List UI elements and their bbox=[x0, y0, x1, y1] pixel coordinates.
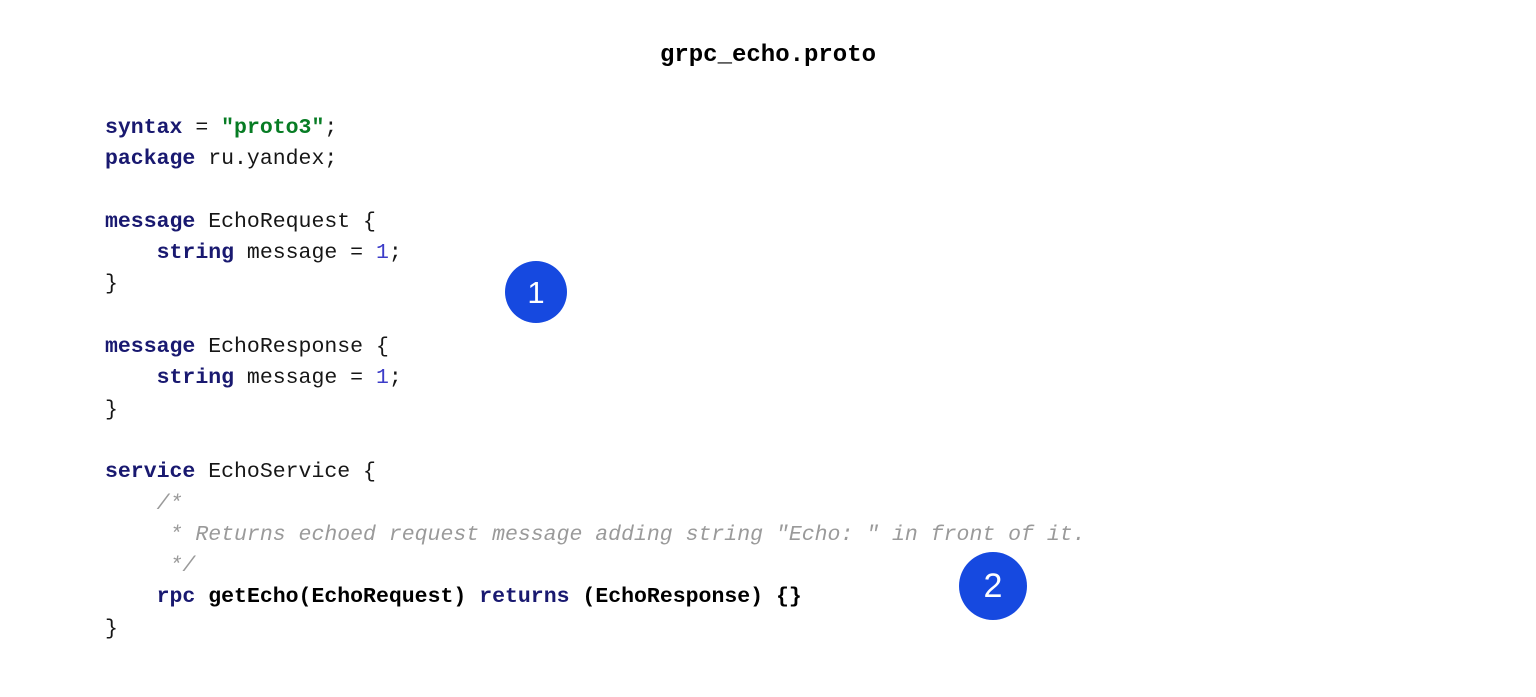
code-token-kw: string bbox=[156, 241, 235, 266]
code-listing: syntax = "proto3"; package ru.yandex; mes… bbox=[105, 113, 1086, 645]
code-token-comment: */ bbox=[169, 554, 196, 579]
code-token-bold: getEcho(EchoRequest) bbox=[208, 585, 467, 610]
page-title: grpc_echo.proto bbox=[659, 42, 877, 69]
code-token-plain: } bbox=[105, 397, 118, 422]
code-token-kw: string bbox=[156, 366, 235, 391]
code-line: } bbox=[105, 395, 1086, 426]
code-token-bold: (EchoResponse) {} bbox=[582, 585, 802, 610]
code-token-plain: ; bbox=[324, 116, 338, 140]
code-token-comment: * Returns echoed request message adding … bbox=[169, 522, 1086, 547]
code-token-kw: message bbox=[105, 209, 196, 234]
code-line: string message = 1; bbox=[105, 238, 1086, 269]
code-line: message EchoResponse { bbox=[105, 332, 1086, 363]
code-token-plain: EchoRequest { bbox=[195, 209, 376, 234]
code-token-kw: service bbox=[105, 460, 196, 485]
code-token-kw: returns bbox=[479, 585, 570, 610]
code-token-plain: = bbox=[182, 116, 222, 140]
code-token-plain: ; bbox=[388, 366, 402, 391]
code-line: /* bbox=[105, 489, 1086, 520]
code-line: rpc getEcho(EchoRequest) returns (EchoRe… bbox=[105, 582, 1086, 613]
code-line: package ru.yandex; bbox=[105, 144, 1086, 175]
code-token-num: 1 bbox=[375, 241, 389, 266]
code-token-str: "proto3" bbox=[221, 116, 325, 140]
annotation-marker-2[interactable]: 2 bbox=[959, 552, 1027, 620]
code-line: message EchoRequest { bbox=[105, 207, 1086, 238]
code-token-plain: } bbox=[105, 272, 118, 297]
code-token-kw: syntax bbox=[105, 116, 183, 140]
code-line: } bbox=[105, 269, 1086, 300]
code-token-plain: ; bbox=[388, 241, 402, 266]
code-token-plain: message = bbox=[234, 241, 376, 266]
code-line: */ bbox=[105, 551, 1086, 582]
code-token-kw: rpc bbox=[156, 585, 196, 610]
code-token-plain: message = bbox=[234, 366, 376, 391]
code-token-num: 1 bbox=[375, 366, 389, 391]
code-line: syntax = "proto3"; bbox=[105, 113, 1086, 144]
code-token-plain: } bbox=[105, 616, 118, 641]
code-token-plain: EchoService { bbox=[195, 460, 376, 485]
code-token-plain: ru.yandex; bbox=[195, 147, 338, 172]
code-line: string message = 1; bbox=[105, 363, 1086, 394]
code-line: service EchoService { bbox=[105, 457, 1086, 488]
code-line: } bbox=[105, 614, 1086, 645]
code-token-kw: message bbox=[105, 335, 196, 360]
code-token-comment: /* bbox=[156, 491, 183, 516]
code-token-kw: package bbox=[105, 147, 196, 172]
code-line: * Returns echoed request message adding … bbox=[105, 520, 1086, 551]
annotation-marker-1[interactable]: 1 bbox=[505, 261, 567, 323]
code-token-plain: EchoResponse { bbox=[195, 335, 389, 360]
